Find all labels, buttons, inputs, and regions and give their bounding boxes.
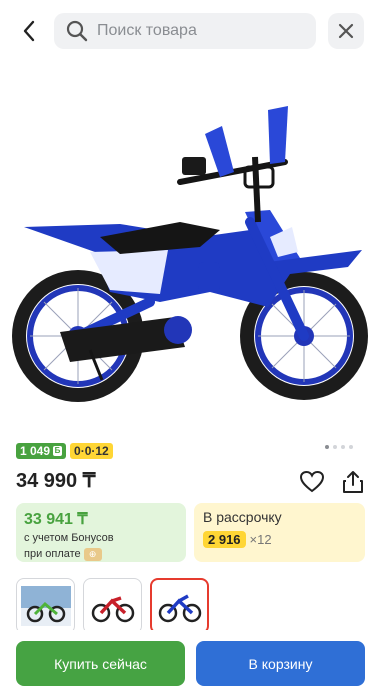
pagination-dot (349, 445, 353, 449)
close-icon (338, 23, 354, 39)
installment-monthly: 2 916 (203, 531, 246, 548)
chevron-left-icon (23, 20, 35, 42)
bonus-price: 33 941 ₸ (24, 511, 88, 528)
bonus-badge: 1 049 Б (16, 443, 67, 459)
handlebars (177, 106, 288, 223)
installment-months: ×12 (249, 532, 272, 547)
product-price: 34 990 ₸ (16, 470, 96, 492)
bonus-icon: Б (53, 446, 63, 456)
gallery-pagination (325, 445, 353, 449)
bonus-coin-icon: ⊕ (83, 547, 102, 561)
share-button[interactable] (339, 468, 367, 496)
thumbnail-red-bike[interactable] (83, 578, 142, 634)
pagination-dot (325, 445, 329, 449)
badges-row: 1 049 Б 0·0·12 (16, 443, 113, 459)
search-placeholder: Поиск товара (97, 22, 197, 39)
thumbnail-blue-bike[interactable] (150, 578, 209, 634)
buy-now-button[interactable]: Купить сейчас (16, 641, 185, 686)
favorite-button[interactable] (298, 468, 326, 496)
close-button[interactable] (328, 13, 364, 49)
pagination-dot (333, 445, 337, 449)
bonus-desc-line2: при оплате (24, 548, 81, 560)
share-icon (343, 471, 363, 493)
pagination-dot (341, 445, 345, 449)
thumbnail-strip (16, 578, 209, 634)
search-input[interactable]: Поиск товара (54, 13, 316, 49)
installment-row: 2 916 ×12 (203, 531, 356, 548)
bonus-desc-line1: с учетом Бонусов (24, 532, 114, 544)
bonus-desc-line2-wrapper: при оплате ⊕ (24, 547, 178, 561)
bonus-price-card[interactable]: 33 941 ₸ с учетом Бонусов при оплате ⊕ (16, 503, 186, 562)
back-button[interactable] (14, 16, 44, 46)
bonus-badge-value: 1 049 (20, 444, 51, 458)
heart-icon (300, 471, 324, 493)
action-bar: Купить сейчас В корзину (0, 630, 381, 699)
installment-label: В рассрочку (203, 509, 282, 525)
product-image[interactable] (0, 62, 381, 432)
top-bar: Поиск товара (0, 0, 381, 62)
thumbnail-green-bike[interactable] (16, 578, 75, 634)
installment-badge: 0·0·12 (70, 443, 113, 459)
search-icon (66, 20, 88, 42)
add-to-cart-button[interactable]: В корзину (196, 641, 365, 686)
installment-card[interactable]: В рассрочку 2 916 ×12 (194, 503, 365, 562)
